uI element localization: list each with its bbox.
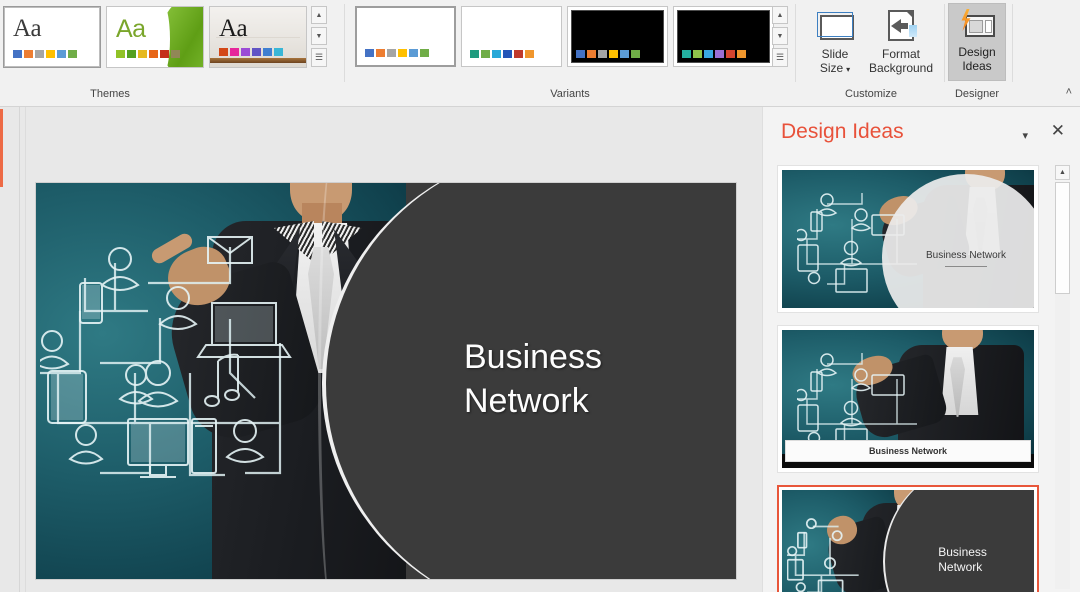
more-icon: ☰	[314, 52, 324, 62]
idea-caption-rule	[945, 265, 987, 267]
design-idea-circle-badge[interactable]: Business Network	[777, 165, 1039, 313]
slide-size-icon	[816, 8, 854, 42]
scroll-up-button[interactable]: ▲	[1055, 165, 1070, 180]
design-ideas-icon	[957, 9, 997, 41]
design-ideas-list[interactable]: Business Network Business Network Busine…	[777, 165, 1045, 592]
slide-title-line2: Network	[464, 382, 589, 420]
chevron-up-icon: ▲	[315, 11, 323, 19]
collapse-ribbon-button[interactable]: ˄	[1066, 86, 1072, 98]
variants-scroll-up-button[interactable]: ▲	[772, 6, 788, 24]
design-ideas-label-line2: Ideas	[962, 59, 992, 73]
variant-thumbnail-dark-2[interactable]	[673, 6, 774, 67]
editing-workspace: Business Network Design Ideas ▾ ✕ Busine…	[0, 107, 1080, 592]
current-slide[interactable]: Business Network	[36, 183, 736, 579]
theme-thumbnail-berlin[interactable]: Aa	[209, 6, 307, 68]
themes-gallery[interactable]: Aa Aa Aa	[3, 6, 307, 68]
theme-sample-text: Aa	[13, 15, 42, 42]
design-idea-caption-bar[interactable]: Business Network	[777, 325, 1039, 473]
pane-scrollbar[interactable]: ▲	[1055, 165, 1070, 589]
idea-canvas: Business Network	[782, 490, 1034, 592]
variant-thumbnail-light-1[interactable]	[355, 6, 456, 67]
idea-title-line2: Network	[938, 560, 983, 575]
design-idea-curved-split[interactable]: Business Network	[777, 485, 1039, 592]
ribbon-groups: Aa Aa Aa ▲ ▼ ☰ Themes ▲ ▼ ☰ Variants Sli…	[0, 0, 1080, 100]
slide-thumbnail-rail[interactable]	[0, 107, 20, 592]
variant-swatches	[576, 50, 640, 58]
group-label-customize: Customize	[845, 88, 897, 100]
theme-wave-decoration	[152, 7, 203, 67]
slide-size-label-line1: Slide	[821, 47, 849, 61]
format-background-label-line2: Background	[868, 61, 934, 75]
format-background-icon	[882, 8, 920, 42]
design-ideas-pane: Design Ideas ▾ ✕ Business Network Busine…	[762, 107, 1080, 592]
chevron-up-icon: ▲	[1059, 169, 1066, 176]
theme-thumbnail-office[interactable]: Aa	[3, 6, 101, 68]
ribbon-design-tab: Aa Aa Aa ▲ ▼ ☰ Themes ▲ ▼ ☰ Variants Sli…	[0, 0, 1080, 107]
slide-selection-indicator	[0, 109, 3, 187]
group-label-themes: Themes	[90, 88, 130, 100]
theme-sample-text: Aa	[219, 15, 248, 42]
chevron-up-icon: ▲	[776, 11, 784, 19]
variant-thumbnail-light-2[interactable]	[461, 6, 562, 67]
slide-title-line1: Business	[464, 338, 602, 376]
variants-more-button[interactable]: ☰	[772, 48, 788, 67]
idea-canvas: Business Network	[782, 330, 1034, 468]
idea-title-textbox: Business Network	[938, 545, 987, 575]
theme-sample-text: Aa	[116, 15, 146, 43]
idea-canvas: Business Network	[782, 170, 1034, 308]
theme-swatches	[116, 50, 180, 58]
idea-caption: Business Network	[925, 249, 1007, 261]
design-ideas-label-line1: Design	[958, 45, 996, 59]
network-diagram-overlay	[787, 517, 859, 592]
slide-title-textbox[interactable]: Business Network	[464, 335, 714, 423]
scrollbar-thumb[interactable]	[1055, 182, 1070, 294]
scrollbar-track[interactable]	[1055, 182, 1070, 589]
chevron-down-icon: ▾	[846, 65, 851, 74]
pane-title: Design Ideas	[781, 120, 904, 143]
more-icon: ☰	[775, 52, 785, 62]
variants-scroll-down-button[interactable]: ▼	[772, 27, 788, 45]
idea-caption: Business Network	[785, 440, 1031, 462]
slide-size-label-line2: Size ▾	[819, 61, 851, 75]
theme-swatches	[219, 48, 283, 56]
pane-close-icon[interactable]: ✕	[1051, 122, 1065, 139]
chevron-down-icon: ▼	[776, 32, 784, 40]
chevron-down-icon: ▼	[315, 32, 323, 40]
format-background-button[interactable]: Format Background	[862, 4, 940, 80]
format-background-label-line1: Format	[881, 47, 920, 61]
powerpoint-window: Aa Aa Aa ▲ ▼ ☰ Themes ▲ ▼ ☰ Variants Sli…	[0, 0, 1080, 592]
variant-swatches	[470, 50, 534, 58]
slide-size-button[interactable]: Slide Size ▾	[804, 4, 866, 80]
group-label-variants: Variants	[550, 88, 590, 100]
variant-swatches	[365, 49, 429, 57]
themes-more-button[interactable]: ☰	[311, 48, 327, 67]
slide-stage: Business Network	[26, 107, 761, 592]
theme-thumbnail-facet[interactable]: Aa	[106, 6, 204, 68]
theme-swatches	[13, 50, 77, 58]
themes-scroll-down-button[interactable]: ▼	[311, 27, 327, 45]
variants-gallery[interactable]	[355, 6, 774, 67]
theme-shelf-decoration	[210, 58, 306, 63]
variant-thumbnail-dark-1[interactable]	[567, 6, 668, 67]
group-label-designer: Designer	[954, 88, 1000, 100]
themes-scroll-up-button[interactable]: ▲	[311, 6, 327, 24]
idea-title-line1: Business	[938, 545, 987, 560]
variant-swatches	[682, 50, 746, 58]
pane-header: Design Ideas ▾ ✕	[763, 107, 1080, 159]
design-ideas-button[interactable]: Design Ideas	[948, 3, 1006, 81]
network-diagram-overlay	[40, 236, 292, 478]
pane-options-caret-icon[interactable]: ▾	[1022, 129, 1028, 142]
